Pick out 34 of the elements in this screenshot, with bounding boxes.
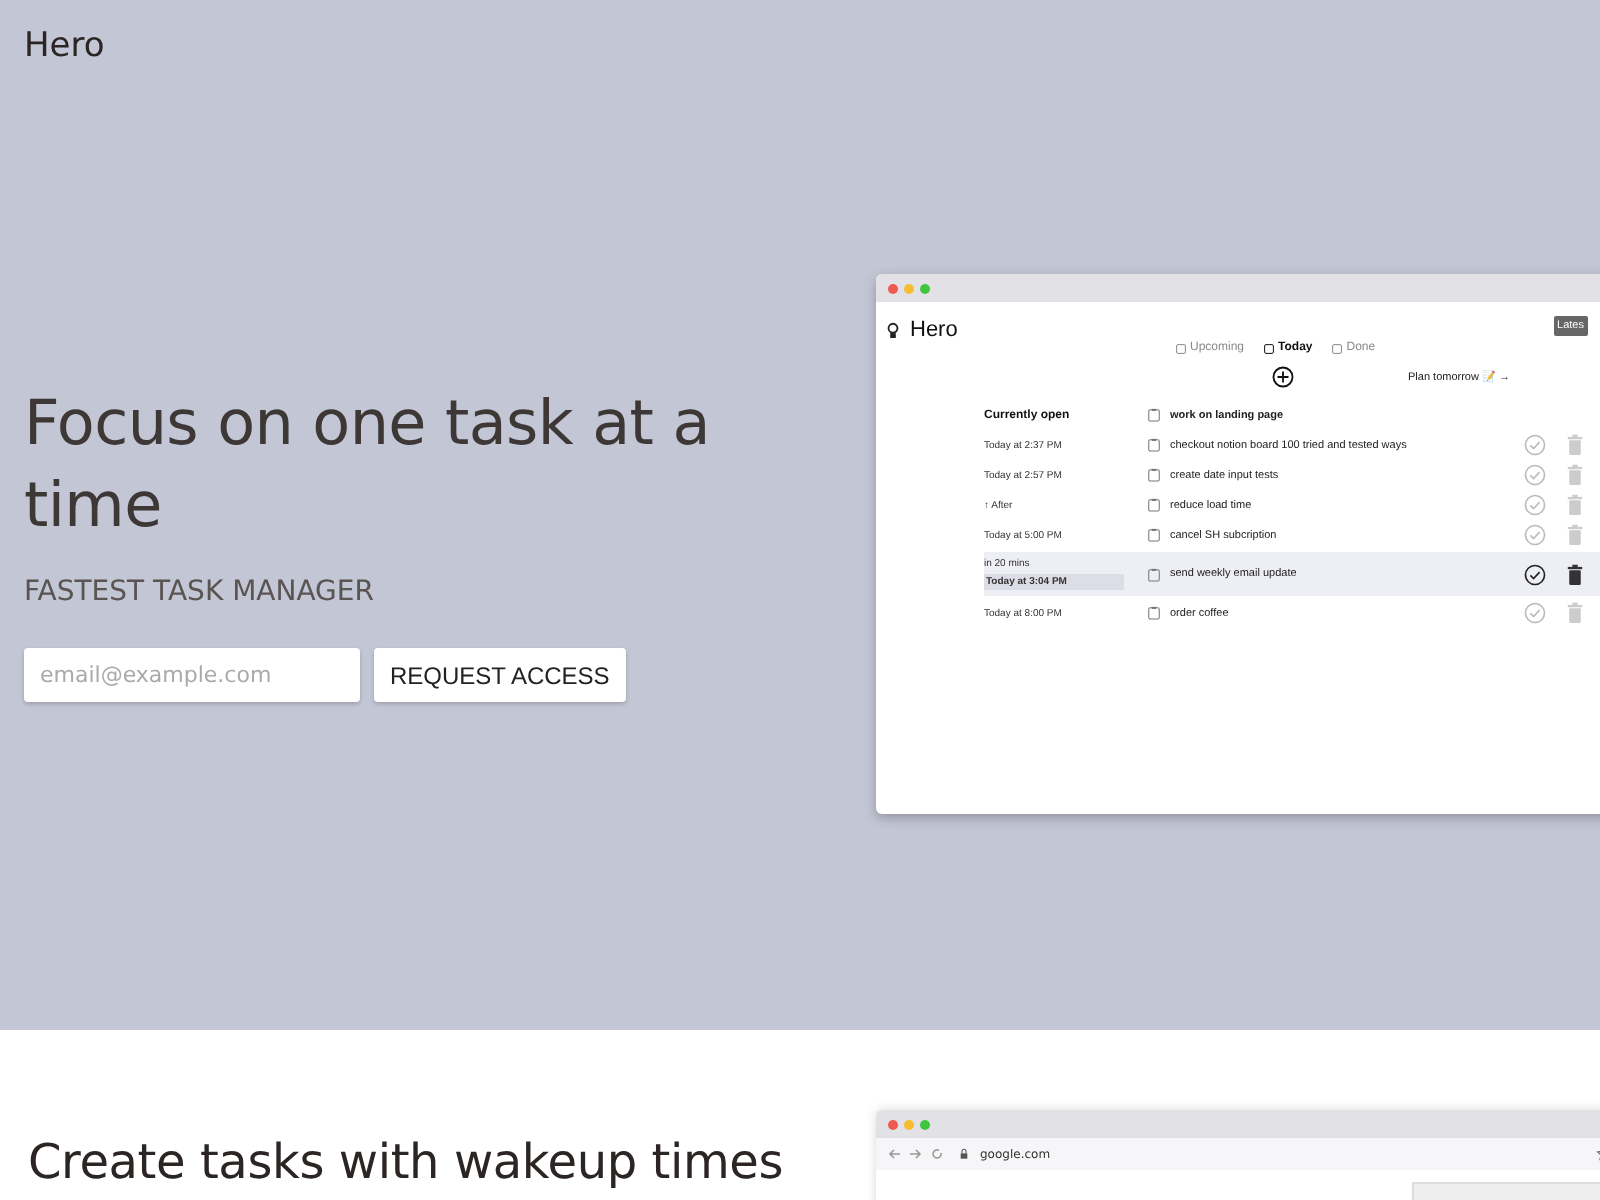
maximize-dot-icon[interactable] (920, 1119, 930, 1129)
check-circle-icon[interactable] (1524, 494, 1546, 516)
check-circle-icon[interactable] (1524, 464, 1546, 486)
lock-icon (960, 1148, 968, 1160)
check-circle-icon[interactable] (1524, 524, 1546, 546)
brand-name: Hero (24, 24, 107, 70)
clipboard-icon (1148, 498, 1160, 512)
clipboard-icon (1148, 468, 1160, 482)
section-title: Create tasks with wakeup times (28, 1134, 786, 1194)
clipboard-icon (1148, 567, 1160, 581)
square-icon (1176, 343, 1186, 353)
add-icon[interactable] (1272, 365, 1294, 387)
clipboard-icon (1148, 438, 1160, 452)
lightbulb-icon (886, 321, 900, 339)
minimize-dot-icon[interactable] (904, 1119, 914, 1129)
clipboard-icon (1148, 606, 1160, 620)
square-icon (1332, 343, 1343, 353)
check-circle-icon[interactable] (1524, 434, 1546, 456)
hero-title: Focus on one task at a time (24, 386, 712, 546)
clipboard-icon (1148, 408, 1160, 422)
navigation-icon[interactable] (888, 1146, 948, 1162)
close-dot-icon[interactable] (888, 1119, 898, 1129)
trash-icon[interactable] (1566, 563, 1584, 585)
check-circle-icon[interactable] (1524, 563, 1546, 585)
email-field[interactable]: email@example.com (24, 648, 360, 702)
app-logo: Hero (910, 318, 958, 342)
maximize-dot-icon[interactable] (920, 283, 930, 293)
close-dot-icon[interactable] (888, 283, 898, 293)
check-circle-icon[interactable] (1524, 602, 1546, 624)
minimize-dot-icon[interactable] (904, 283, 914, 293)
hero-subtitle: FASTEST TASK MANAGER (24, 576, 376, 608)
clipboard-icon (1148, 528, 1160, 542)
request-access-button[interactable]: REQUEST ACCESS (374, 648, 626, 702)
square-icon (1264, 343, 1275, 353)
